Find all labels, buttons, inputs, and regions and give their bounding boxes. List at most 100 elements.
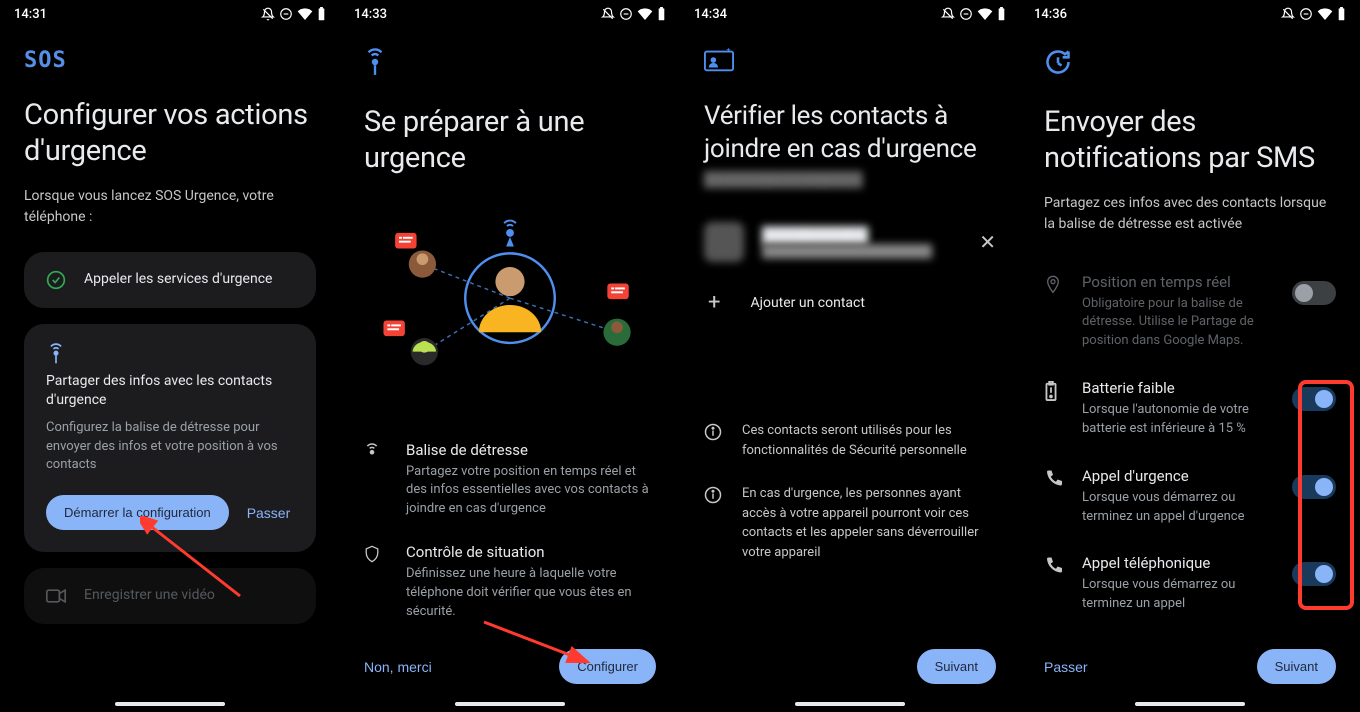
- status-bar: 14:31: [0, 0, 340, 28]
- feature-beacon: Balise de détresse Partagez votre positi…: [364, 429, 656, 532]
- sos-icon: SOS: [24, 48, 316, 73]
- contact-detail: ████████████████████: [762, 244, 961, 258]
- bell-off-icon: [261, 7, 275, 21]
- account-email: ████████████████: [704, 171, 996, 188]
- feature-desc: Définissez une heure à laquelle votre té…: [406, 565, 656, 622]
- feature-desc: Partagez votre position en temps réel et…: [406, 463, 656, 520]
- status-icons: [941, 7, 1006, 21]
- toggle-low-battery: Batterie faible Lorsque l'autonomie de v…: [1044, 365, 1336, 453]
- info-text: Ces contacts seront utilisés pour les fo…: [742, 421, 996, 460]
- start-config-button[interactable]: Démarrer la configuration: [46, 495, 229, 530]
- wifi-icon: [297, 8, 313, 20]
- info-icon: [704, 486, 724, 508]
- info-text: En cas d'urgence, les personnes ayant ac…: [742, 484, 996, 562]
- next-button[interactable]: Suivant: [1257, 649, 1336, 684]
- minus-circle-icon: [279, 7, 293, 21]
- nav-handle[interactable]: [455, 702, 565, 706]
- nav-handle[interactable]: [795, 702, 905, 706]
- status-time: 14:31: [14, 7, 47, 22]
- toggle-title: Appel téléphonique: [1082, 554, 1276, 572]
- page-title: Se préparer à une urgence: [364, 104, 656, 177]
- add-contact-button[interactable]: + Ajouter un contact: [704, 276, 996, 329]
- card-call-emergency[interactable]: Appeler les services d'urgence: [24, 252, 316, 308]
- toggle-switch[interactable]: [1292, 562, 1336, 586]
- location-icon: [1044, 275, 1066, 299]
- next-button[interactable]: Suivant: [917, 649, 996, 684]
- page-title: Vérifier les contacts à joindre en cas d…: [704, 100, 996, 165]
- status-icons: [243, 7, 326, 21]
- status-icons: [1281, 7, 1346, 21]
- bell-off-icon: [941, 7, 955, 21]
- configure-button[interactable]: Configurer: [559, 649, 656, 684]
- card-desc: Configurez la balise de détresse pour en…: [46, 419, 294, 476]
- phone-icon: [1044, 469, 1066, 491]
- bell-off-icon: [601, 7, 615, 21]
- bottom-bar: Suivant: [680, 631, 1020, 712]
- add-label: Ajouter un contact: [750, 295, 864, 311]
- nav-handle[interactable]: [1135, 702, 1245, 706]
- plus-icon: +: [708, 290, 720, 315]
- status-bar: 14:33: [340, 0, 680, 28]
- card-label: Appeler les services d'urgence: [84, 270, 272, 290]
- battery-icon: [997, 7, 1006, 21]
- page-subtitle: Partagez ces infos avec des contacts lor…: [1044, 193, 1336, 235]
- feature-title: Balise de détresse: [406, 441, 656, 459]
- toggle-switch[interactable]: [1292, 387, 1336, 411]
- screen-2: 14:33 Se préparer à une urgence: [340, 0, 680, 712]
- toggle-emergency-call: Appel d'urgence Lorsque vous démarrez ou…: [1044, 453, 1336, 541]
- screen-3: 14:34 * Vérifier les contacts à joindre …: [680, 0, 1020, 712]
- battery-icon: [317, 7, 326, 21]
- nav-handle[interactable]: [115, 702, 225, 706]
- minus-circle-icon: [619, 7, 633, 21]
- status-time: 14:34: [694, 7, 727, 22]
- toggle-title: Appel d'urgence: [1082, 467, 1276, 485]
- contact-item: ██████████ ████████████████████ ✕: [704, 208, 996, 276]
- shield-icon: [364, 545, 386, 567]
- battery-icon: [657, 7, 666, 21]
- toggle-phone-call: Appel téléphonique Lorsque vous démarrez…: [1044, 540, 1336, 628]
- card-record-video[interactable]: Enregistrer une vidéo: [24, 568, 316, 624]
- toggle-desc: Lorsque l'autonomie de votre batterie es…: [1082, 401, 1276, 439]
- info-icon: [704, 423, 724, 445]
- skip-button[interactable]: Passer: [1044, 659, 1088, 675]
- screen-1: 14:31 SOS Configurer vos actions d'urgen…: [0, 0, 340, 712]
- toggle-switch: [1292, 281, 1336, 305]
- page-subtitle: Lorsque vous lancez SOS Urgence, votre t…: [24, 186, 316, 228]
- battery-icon: [1337, 7, 1346, 21]
- video-icon: [46, 586, 66, 606]
- check-circle-icon: [46, 270, 66, 290]
- minus-circle-icon: [959, 7, 973, 21]
- remove-contact-button[interactable]: ✕: [979, 230, 996, 254]
- page-title: Configurer vos actions d'urgence: [24, 97, 316, 170]
- toggle-desc: Lorsque vous démarrez ou terminez un app…: [1082, 576, 1276, 614]
- status-time: 14:36: [1034, 7, 1067, 22]
- beacon-small-icon: [364, 443, 386, 467]
- contact-name: ██████████: [762, 226, 961, 244]
- wifi-icon: [977, 8, 993, 20]
- contact-card-icon: *: [704, 48, 996, 76]
- status-bar: 14:36: [1020, 0, 1360, 28]
- screen-4: 14:36 Envoyer des notifications par SMS …: [1020, 0, 1360, 712]
- status-icons: [601, 7, 666, 21]
- battery-low-icon: [1044, 381, 1066, 405]
- svg-text:*: *: [727, 48, 731, 57]
- info-row: Ces contacts seront utilisés pour les fo…: [704, 409, 996, 472]
- skip-button[interactable]: Passer: [247, 505, 291, 521]
- card-title: Partager des infos avec les contacts d'u…: [46, 372, 294, 411]
- toggle-switch[interactable]: [1292, 475, 1336, 499]
- status-time: 14:33: [354, 7, 387, 22]
- wifi-icon: [637, 8, 653, 20]
- bottom-bar: Non, merci Configurer: [340, 631, 680, 712]
- toggle-desc: Lorsque vous démarrez ou terminez un app…: [1082, 489, 1276, 527]
- bell-off-icon: [1281, 7, 1295, 21]
- contact-avatar: [704, 222, 744, 262]
- page-title: Envoyer des notifications par SMS: [1044, 104, 1336, 177]
- toggle-title: Batterie faible: [1082, 379, 1276, 397]
- status-bar: 14:34: [680, 0, 1020, 28]
- no-thanks-button[interactable]: Non, merci: [364, 659, 432, 675]
- beacon-hero-icon: [364, 48, 656, 80]
- toggle-title: Position en temps réel: [1082, 273, 1276, 291]
- beacon-icon: [46, 344, 66, 364]
- feature-title: Contrôle de situation: [406, 543, 656, 561]
- card-label: Enregistrer une vidéo: [84, 586, 215, 606]
